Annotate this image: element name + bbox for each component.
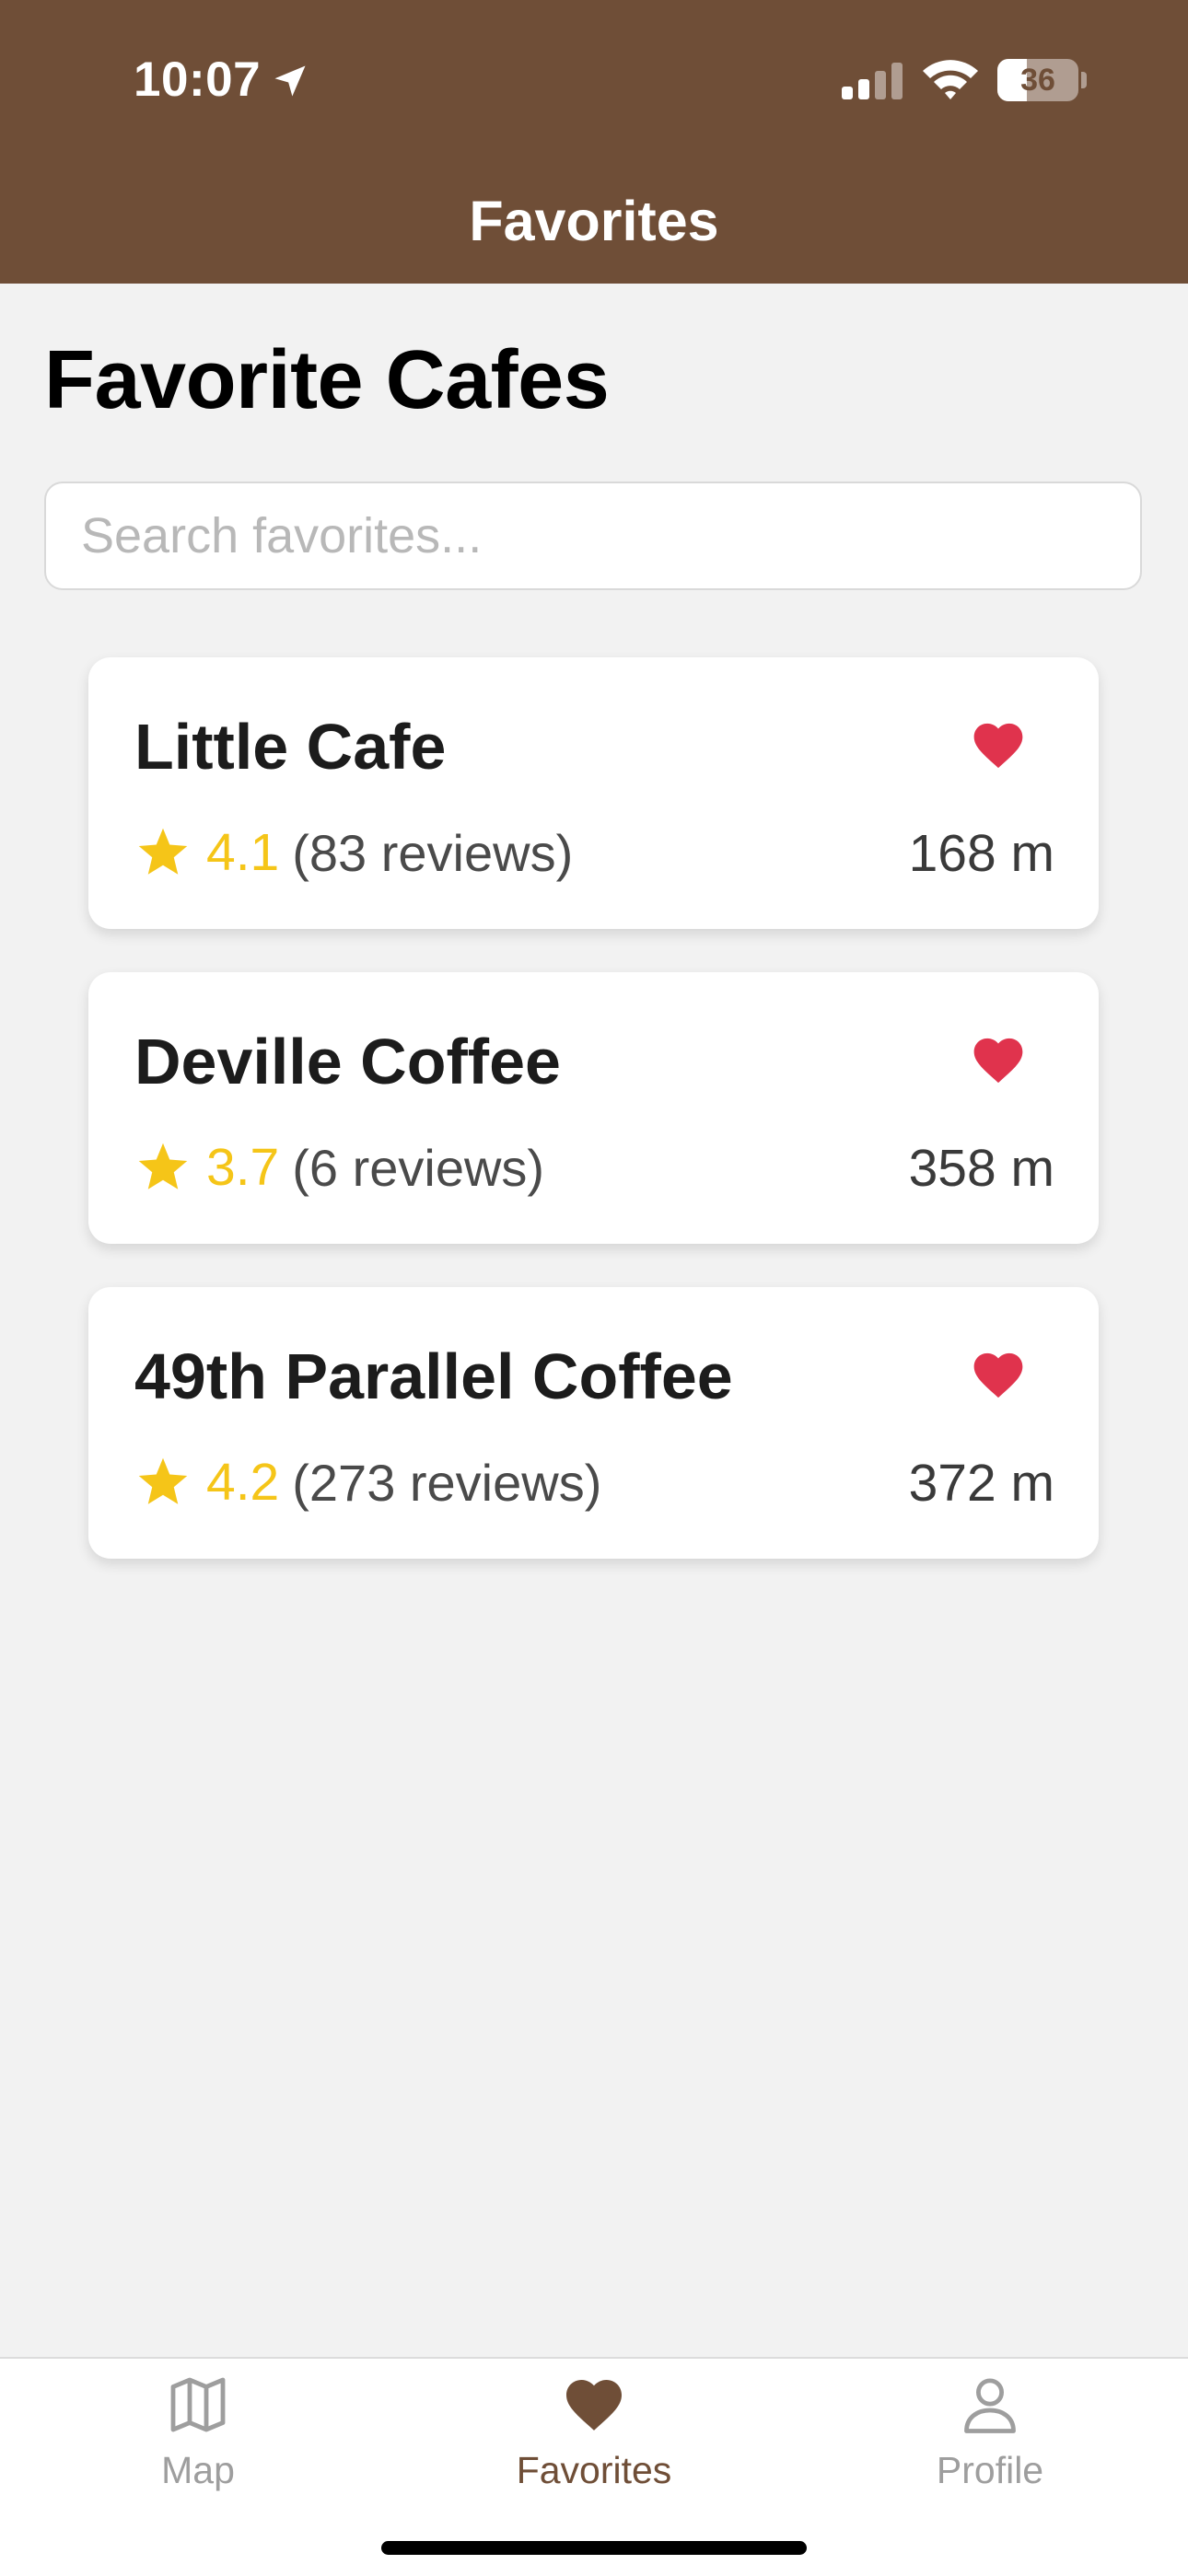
rating-row: 3.7 (6 reviews) <box>134 1135 544 1200</box>
rating-value: 4.1 <box>206 823 280 882</box>
cafe-name: Little Cafe <box>134 711 447 783</box>
favorite-heart-icon[interactable] <box>969 716 1028 770</box>
star-icon <box>138 828 188 875</box>
tab-map[interactable]: Map <box>0 2359 396 2543</box>
location-arrow-icon <box>274 65 306 97</box>
home-indicator[interactable] <box>381 2541 807 2555</box>
distance: 372 m <box>908 1454 1054 1513</box>
star-icon <box>138 1457 188 1504</box>
rating-row: 4.2 (273 reviews) <box>134 1450 601 1514</box>
cafe-card-little-cafe[interactable]: Little Cafe 4.1 (83 reviews) 168 m <box>88 657 1099 929</box>
battery-cap <box>1081 72 1087 88</box>
favorite-heart-icon[interactable] <box>969 1031 1028 1085</box>
cafe-card-deville-coffee[interactable]: Deville Coffee 3.7 (6 reviews) 358 m <box>88 972 1099 1244</box>
app-header: 10:07 36 Favorites <box>0 0 1188 284</box>
search-input[interactable] <box>44 482 1142 590</box>
rating-row: 4.1 (83 reviews) <box>134 820 573 885</box>
person-icon <box>964 2378 1016 2433</box>
cellular-signal-icon <box>842 61 904 99</box>
tab-favorites[interactable]: Favorites <box>396 2359 792 2543</box>
distance: 358 m <box>908 1139 1054 1198</box>
star-icon <box>138 1143 188 1189</box>
rating-value: 3.7 <box>206 1138 280 1197</box>
heart-icon <box>566 2380 622 2431</box>
map-icon <box>170 2377 226 2432</box>
tab-label: Favorites <box>516 2449 672 2491</box>
tab-label: Profile <box>936 2449 1044 2491</box>
wifi-icon <box>923 60 978 99</box>
rating-value: 4.2 <box>206 1453 280 1512</box>
cafe-name: Deville Coffee <box>134 1026 561 1097</box>
cafe-card-49th-parallel-coffee[interactable]: 49th Parallel Coffee 4.2 (273 reviews) 3… <box>88 1287 1099 1559</box>
cafe-name: 49th Parallel Coffee <box>134 1340 733 1412</box>
favorite-heart-icon[interactable] <box>969 1346 1028 1399</box>
review-count: (273 reviews) <box>292 1453 602 1512</box>
distance: 168 m <box>908 824 1054 883</box>
battery-icon: 36 <box>997 59 1078 101</box>
nav-title: Favorites <box>469 190 719 252</box>
review-count: (6 reviews) <box>292 1138 545 1197</box>
tab-profile[interactable]: Profile <box>792 2359 1188 2543</box>
page-title: Favorite Cafes <box>44 334 610 426</box>
review-count: (83 reviews) <box>292 823 574 882</box>
status-time: 10:07 <box>134 52 262 107</box>
battery-level: 36 <box>1020 63 1055 98</box>
tab-label: Map <box>161 2449 235 2491</box>
